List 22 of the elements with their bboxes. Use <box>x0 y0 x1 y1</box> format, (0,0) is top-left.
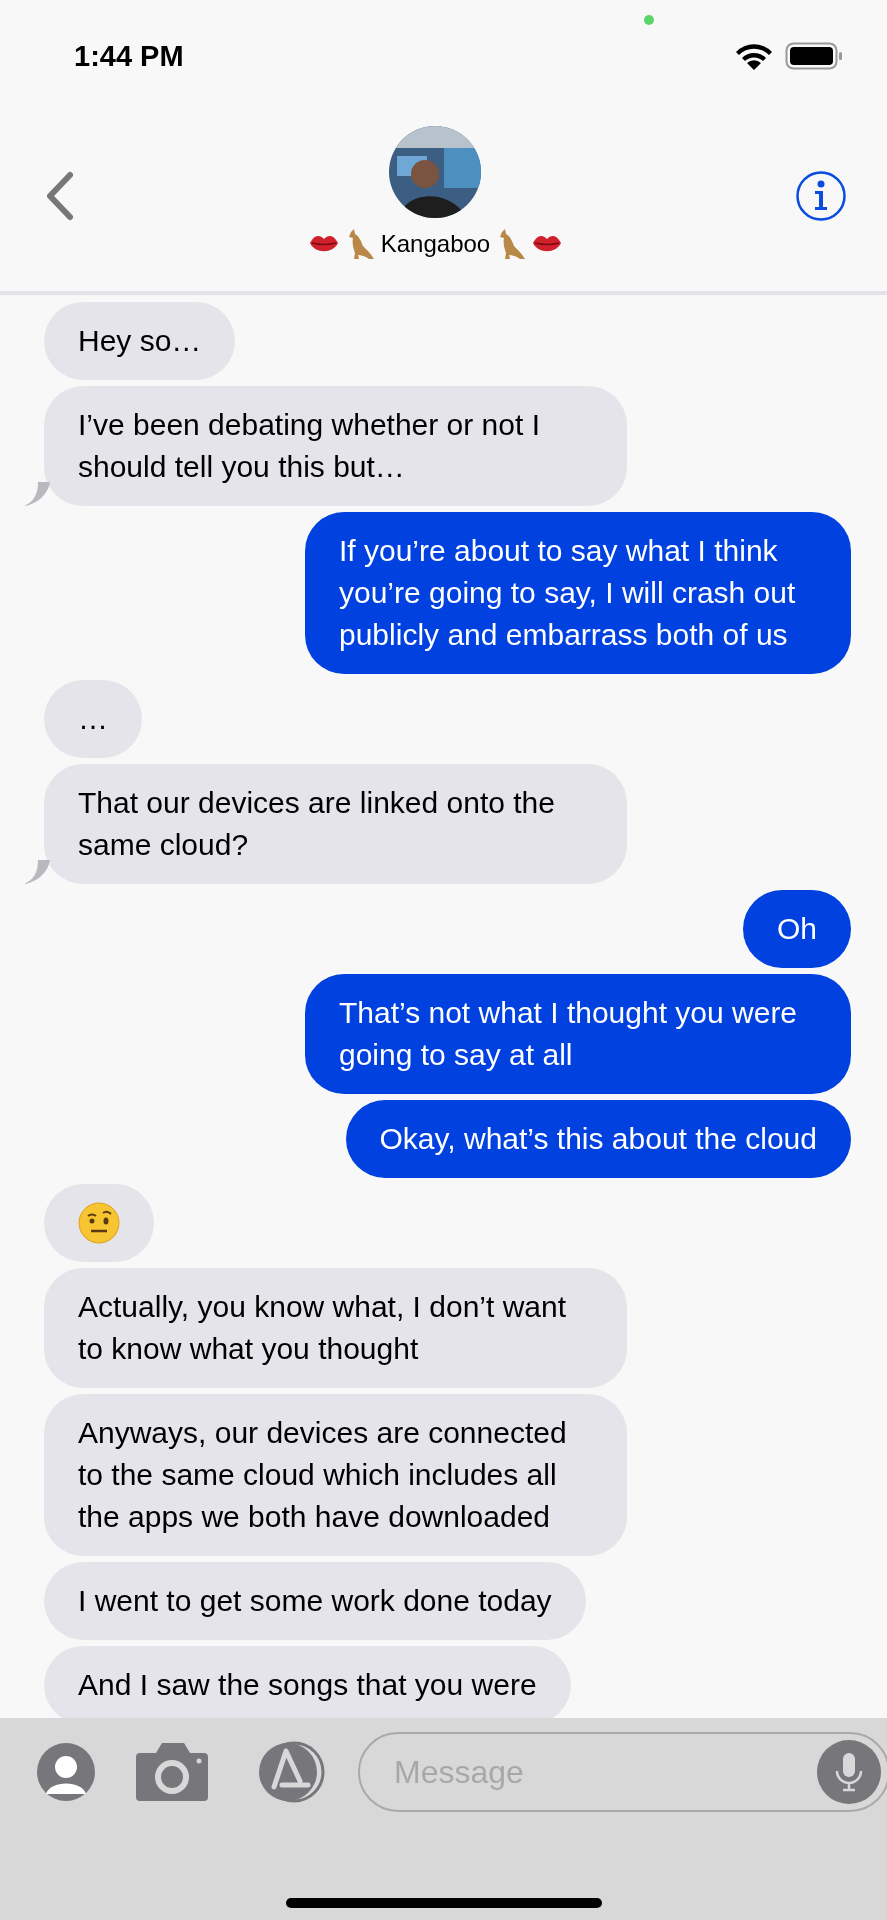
sent-message: If you’re about to say what I think you’re going to say, I will crash out publicly and embarrass both of us <box>305 512 851 674</box>
bubble-tail-icon <box>24 860 50 884</box>
sent-message: Okay, what’s this about the cloud <box>345 1100 851 1178</box>
back-icon[interactable] <box>44 170 76 221</box>
privacy-indicator-icon <box>644 15 654 25</box>
received-message: … <box>44 680 142 758</box>
sent-message: That’s not what I thought you were going to say at all <box>305 974 851 1094</box>
sent-message: Oh <box>742 890 851 968</box>
contact-icon[interactable] <box>36 1742 96 1802</box>
received-message: Actually, you know what, I don’t want to know what you thought <box>44 1268 627 1388</box>
contact-name[interactable]: Kangaboo <box>380 229 491 258</box>
received-message: And I saw the songs that you were <box>44 1646 571 1718</box>
camera-icon[interactable] <box>134 1741 210 1803</box>
battery-icon <box>785 42 843 70</box>
received-message: Anyways, our devices are connected to the same cloud which includes all the apps we both have downloaded <box>44 1394 627 1556</box>
received-message: I went to get some work done today <box>44 1562 586 1640</box>
status-time: 1:44 PM <box>74 39 184 73</box>
received-message: Hey so… <box>44 302 236 380</box>
raised-eyebrow-emoji-icon <box>78 1202 120 1244</box>
microphone-icon[interactable] <box>816 1739 882 1805</box>
bubble-tail-icon <box>24 482 50 506</box>
info-icon[interactable] <box>795 169 847 222</box>
